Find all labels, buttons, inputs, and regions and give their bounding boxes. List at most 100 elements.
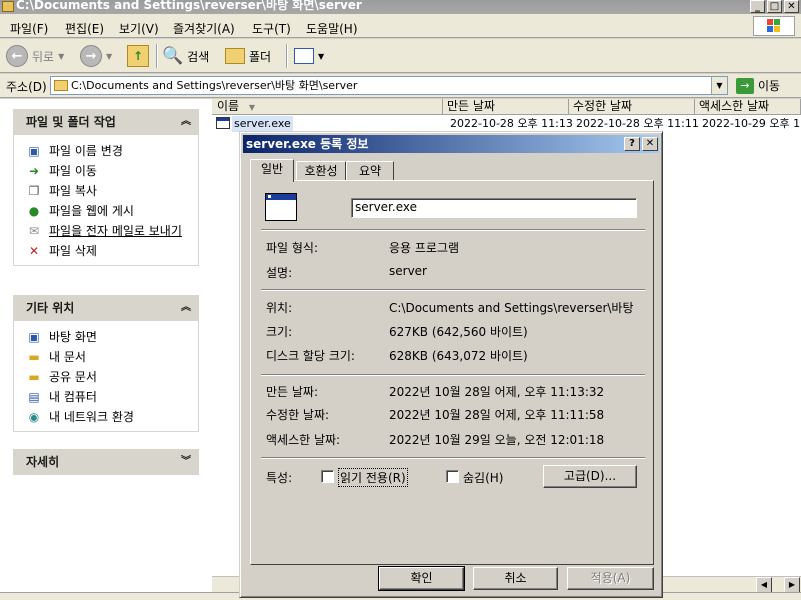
type-label: 파일 형식:: [266, 241, 319, 255]
menu-help[interactable]: 도움말(H): [306, 20, 358, 37]
table-row-name[interactable]: server.exe: [232, 116, 293, 132]
column-label: 이름: [217, 99, 240, 113]
task-rename[interactable]: ▣ 파일 이름 변경: [14, 141, 198, 161]
properties-dialog: server.exe 등록 정보 ? ✕ 일반 호환성 요약 server.ex…: [239, 131, 663, 598]
collapse-icon[interactable]: ︽: [181, 109, 191, 135]
panel-header[interactable]: 기타 위치 ︽: [13, 295, 199, 321]
address-input[interactable]: C:\Documents and Settings\reverser\바탕 화면…: [50, 76, 728, 95]
views-button[interactable]: ▼: [294, 44, 324, 68]
back-arrow-icon: ←: [6, 45, 28, 67]
place-shared-documents[interactable]: ▬ 공유 문서: [14, 367, 198, 387]
apply-button[interactable]: 적용(A): [567, 567, 654, 590]
computer-icon: ▤: [28, 390, 40, 404]
accessed-value: 2022년 10월 29일 오늘, 오전 12:01:18: [389, 433, 605, 447]
table-cell-created: 2022-10-28 오후 11:13: [450, 117, 573, 130]
minimize-button[interactable]: _: [750, 0, 765, 13]
task-pane: 파일 및 폴더 작업 ︽ ▣ 파일 이름 변경 ➜ 파일 이동 ❐ 파일 복사 ● 파일…: [0, 99, 212, 600]
scroll-right-button[interactable]: ▶: [784, 577, 800, 593]
up-folder-button[interactable]: ↑: [127, 44, 149, 68]
tab-compatibility[interactable]: 호환성: [296, 161, 346, 181]
search-icon: 🔍: [162, 46, 184, 66]
dialog-title: server.exe 등록 정보: [246, 137, 369, 151]
copy-icon: ❐: [28, 184, 40, 198]
up-folder-icon: ↑: [127, 45, 149, 67]
menu-edit[interactable]: 편집(E): [65, 20, 104, 37]
other-places-panel: 기타 위치 ︽ ▣ 바탕 화면 ▬ 내 문서 ▬ 공유 문서 ▤ 내 컴퓨터 ◉ 내 네트…: [13, 295, 199, 432]
dialog-titlebar[interactable]: server.exe 등록 정보 ? ✕: [243, 135, 659, 153]
place-label: 내 컴퓨터: [49, 390, 97, 404]
advanced-button[interactable]: 고급(D)...: [543, 465, 637, 488]
filename-field[interactable]: server.exe: [351, 198, 637, 218]
forward-button[interactable]: → ▼: [80, 44, 112, 68]
address-dropdown-button[interactable]: ▼: [711, 77, 727, 94]
help-button[interactable]: ?: [624, 137, 640, 151]
task-publish-web[interactable]: ● 파일을 웹에 게시: [14, 201, 198, 221]
task-label: 파일 이동: [49, 164, 97, 178]
folder-icon: [2, 1, 14, 12]
place-my-computer[interactable]: ▤ 내 컴퓨터: [14, 387, 198, 407]
panel-title: 파일 및 폴더 작업: [26, 115, 116, 129]
task-label: 파일 삭제: [49, 244, 97, 258]
attributes-label: 특성:: [266, 471, 293, 485]
folder-icon: ▬: [28, 350, 40, 364]
panel-header[interactable]: 자세히 ︾: [13, 449, 199, 475]
place-network[interactable]: ◉ 내 네트워크 환경: [14, 407, 198, 427]
created-value: 2022년 10월 28일 어제, 오후 11:13:32: [389, 385, 605, 399]
window-titlebar[interactable]: C:\Documents and Settings\reverser\바탕 화면…: [0, 0, 801, 14]
cancel-button[interactable]: 취소: [473, 567, 558, 590]
expand-icon[interactable]: ︾: [181, 449, 191, 475]
toolbar: ← 뒤로 ▼ → ▼ ↑ 🔍 검색 폴더 ▼: [0, 39, 801, 73]
readonly-label[interactable]: 읽기 전용(R): [338, 468, 408, 487]
chevron-down-icon: ▼: [58, 51, 65, 61]
task-label: 파일을 전자 메일로 보내기: [49, 224, 182, 238]
go-arrow-icon: →: [736, 77, 754, 94]
column-header-accessed[interactable]: 액세스한 날짜: [695, 99, 801, 115]
delete-icon: ✕: [28, 244, 40, 258]
close-button[interactable]: ✕: [784, 0, 799, 13]
dialog-close-button[interactable]: ✕: [642, 137, 658, 151]
accessed-label: 액세스한 날짜:: [266, 433, 341, 447]
place-label: 공유 문서: [49, 370, 97, 384]
task-email[interactable]: ✉ 파일을 전자 메일로 보내기: [14, 221, 198, 241]
hidden-checkbox[interactable]: [446, 470, 459, 483]
table-cell-accessed: 2022-10-29 오후 1: [702, 117, 801, 130]
application-icon: [265, 193, 297, 221]
ok-button[interactable]: 확인: [378, 566, 465, 591]
menu-tools[interactable]: 도구(T): [252, 20, 291, 37]
task-move[interactable]: ➜ 파일 이동: [14, 161, 198, 181]
hidden-label[interactable]: 숨김(H): [463, 469, 503, 486]
collapse-icon[interactable]: ︽: [181, 295, 191, 321]
column-header-modified[interactable]: 수정한 날짜: [569, 99, 695, 115]
tab-summary[interactable]: 요약: [346, 161, 394, 181]
go-button[interactable]: → 이동: [736, 77, 780, 94]
column-header-created[interactable]: 만든 날짜: [443, 99, 569, 115]
back-button[interactable]: ← 뒤로 ▼: [6, 44, 64, 68]
folders-button[interactable]: 폴더: [225, 44, 271, 68]
email-icon: ✉: [28, 224, 40, 238]
panel-title: 자세히: [26, 455, 60, 469]
globe-icon: ●: [28, 204, 40, 218]
menu-file[interactable]: 파일(F): [10, 20, 48, 37]
modified-value: 2022년 10월 28일 어제, 오후 11:11:58: [389, 408, 605, 422]
maximize-button[interactable]: □: [767, 0, 782, 13]
menu-view[interactable]: 보기(V): [119, 20, 159, 37]
readonly-checkbox[interactable]: [321, 470, 334, 483]
location-label: 위치:: [266, 301, 293, 315]
folder-icon: [54, 80, 68, 91]
forward-arrow-icon: →: [80, 45, 102, 67]
move-icon: ➜: [28, 164, 40, 178]
place-my-documents[interactable]: ▬ 내 문서: [14, 347, 198, 367]
place-desktop[interactable]: ▣ 바탕 화면: [14, 327, 198, 347]
location-value: C:\Documents and Settings\reverser\바탕: [389, 301, 634, 315]
column-header-name[interactable]: 이름 ▼: [212, 99, 443, 115]
search-button[interactable]: 🔍 검색: [162, 44, 209, 68]
details-panel: 자세히 ︾: [13, 449, 199, 475]
task-delete[interactable]: ✕ 파일 삭제: [14, 241, 198, 261]
menu-favorites[interactable]: 즐겨찾기(A): [173, 20, 235, 37]
tab-general[interactable]: 일반: [250, 159, 294, 182]
task-copy[interactable]: ❐ 파일 복사: [14, 181, 198, 201]
panel-header[interactable]: 파일 및 폴더 작업 ︽: [13, 109, 199, 135]
scroll-left-button[interactable]: ◀: [756, 577, 772, 593]
search-label: 검색: [187, 49, 210, 64]
place-label: 내 네트워크 환경: [49, 410, 134, 424]
